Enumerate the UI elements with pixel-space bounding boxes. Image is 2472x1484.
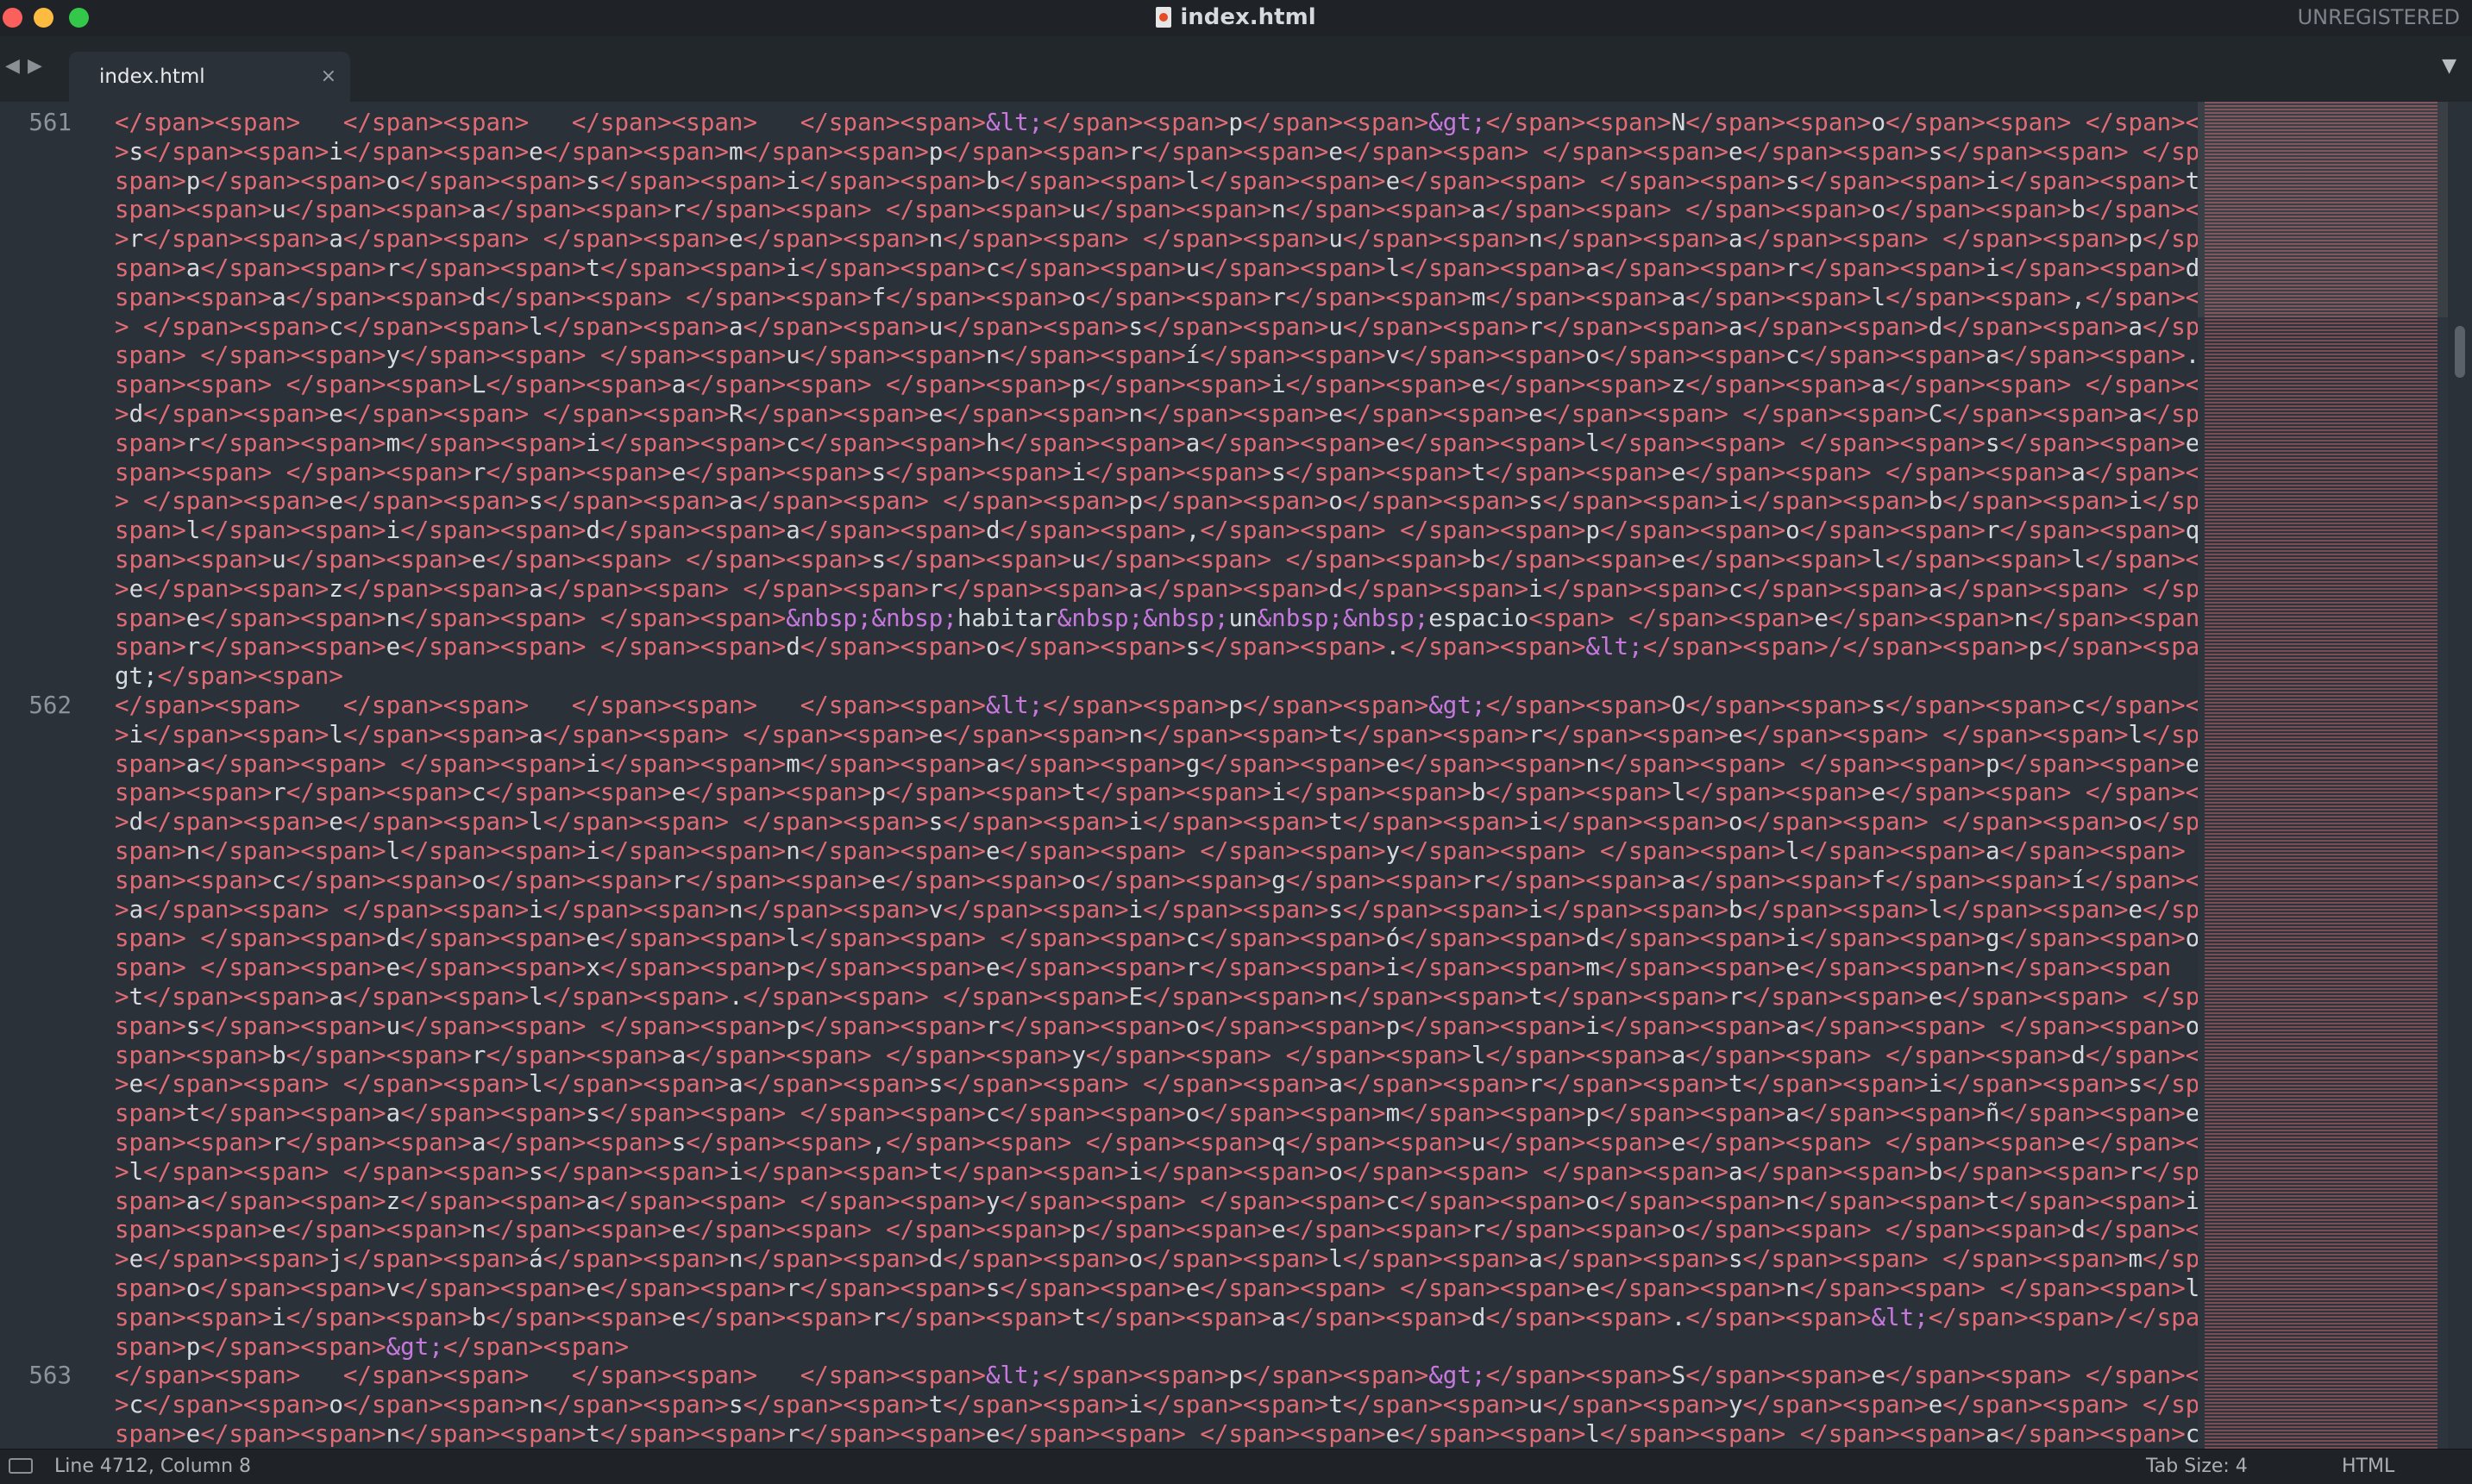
minimap[interactable]	[2198, 102, 2448, 1449]
html-file-icon	[1156, 7, 1172, 28]
code-line[interactable]: span> </span><span>y</span><span> </span…	[115, 341, 2198, 371]
code-line[interactable]: >a</span><span> </span><span>i</span><sp…	[115, 896, 2198, 925]
window-title: index.html	[0, 0, 2472, 36]
code-editor[interactable]: 561 562 563 </span><span> </span><span> </…	[0, 102, 2198, 1449]
code-line[interactable]: span>n</span><span>l</span><span>i</span…	[115, 837, 2198, 867]
vertical-scrollbar[interactable]	[2448, 102, 2472, 1449]
code-line[interactable]: span>a</span><span>z</span><span>a</span…	[115, 1187, 2198, 1217]
code-line[interactable]: </span><span> </span><span> </span><span…	[115, 109, 2198, 138]
code-line[interactable]: span><span>e</span><span>n</span><span>e…	[115, 1216, 2198, 1245]
code-line[interactable]: > </span><span>c</span><span>l</span><sp…	[115, 313, 2198, 342]
code-line[interactable]: span><span>c</span><span>o</span><span>r…	[115, 867, 2198, 896]
code-line[interactable]: span><span> </span><span>r</span><span>e…	[115, 459, 2198, 488]
code-line[interactable]: span>s</span><span>u</span><span> </span…	[115, 1012, 2198, 1042]
code-line[interactable]: >i</span><span>l</span><span>a</span><sp…	[115, 721, 2198, 750]
code-line[interactable]: span><span>u</span><span>a</span><span>r…	[115, 196, 2198, 225]
code-line[interactable]: span>r</span><span>m</span><span>i</span…	[115, 429, 2198, 459]
syntax-selector[interactable]: HTML	[2342, 1450, 2394, 1484]
code-line[interactable]: span>e</span><span>n</span><span> </span…	[115, 604, 2198, 634]
license-status: UNREGISTERED	[2297, 5, 2460, 29]
code-line[interactable]: span>a</span><span>r</span><span>t</span…	[115, 254, 2198, 284]
code-line[interactable]: >e</span><span>z</span><span>a</span><sp…	[115, 575, 2198, 604]
code-line[interactable]: </span><span> </span><span> </span><span…	[115, 1362, 2198, 1391]
close-tab-icon[interactable]: ×	[321, 52, 336, 102]
line-number: 563	[28, 1362, 72, 1390]
back-arrow-icon[interactable]: ◀	[5, 55, 20, 77]
tab-label: index.html	[99, 66, 205, 88]
status-bar: Line 4712, Column 8 Tab Size: 4 HTML	[0, 1449, 2472, 1484]
code-line[interactable]: span><span>r</span><span>a</span><span>s…	[115, 1129, 2198, 1158]
code-line[interactable]: span><span> </span><span>L</span><span>a…	[115, 371, 2198, 400]
scrollbar-thumb[interactable]	[2455, 326, 2465, 378]
code-line[interactable]: > </span><span>e</span><span>s</span><sp…	[115, 487, 2198, 517]
code-line[interactable]: span>l</span><span>i</span><span>d</span…	[115, 517, 2198, 546]
code-line[interactable]: >l</span><span> </span><span>s</span><sp…	[115, 1158, 2198, 1187]
line-number-gutter: 561 562 563	[0, 102, 108, 1449]
code-line[interactable]: span> </span><span>e</span><span>x</span…	[115, 954, 2171, 983]
code-line[interactable]: span>p</span><span>&gt;</span><span>	[115, 1333, 629, 1362]
code-line[interactable]: >c</span><span>o</span><span>n</span><sp…	[115, 1391, 2198, 1420]
code-line[interactable]: span><span>r</span><span>c</span><span>e…	[115, 779, 2198, 808]
code-line[interactable]: span>r</span><span>e</span><span> </span…	[115, 633, 2198, 662]
window-title-text: index.html	[1180, 4, 1316, 30]
forward-arrow-icon[interactable]: ▶	[28, 55, 42, 77]
code-line[interactable]: span><span>i</span><span>b</span><span>e…	[115, 1304, 2198, 1333]
code-line[interactable]: span><span>a</span><span>d</span><span> …	[115, 284, 2198, 313]
code-line[interactable]: span>p</span><span>o</span><span>s</span…	[115, 167, 2198, 197]
tab-bar: ◀ ▶ index.html × ▼	[0, 36, 2472, 102]
title-bar: index.html UNREGISTERED	[0, 0, 2472, 37]
code-line[interactable]: gt;</span><span>	[115, 662, 343, 692]
code-line[interactable]: >e</span><span> </span><span>l</span><sp…	[115, 1070, 2198, 1099]
code-line[interactable]: span>a</span><span> </span><span>i</span…	[115, 750, 2198, 780]
code-line[interactable]: span> </span><span>d</span><span>e</span…	[115, 924, 2198, 954]
minimap-viewport[interactable]	[2198, 102, 2448, 317]
panel-toggle-icon[interactable]	[9, 1458, 33, 1474]
code-line[interactable]: >d</span><span>e</span><span> </span><sp…	[115, 400, 2198, 429]
code-line[interactable]: >r</span><span>a</span><span> </span><sp…	[115, 225, 2198, 254]
cursor-position: Line 4712, Column 8	[54, 1456, 252, 1477]
tab-size-selector[interactable]: Tab Size: 4	[2146, 1450, 2248, 1484]
code-line[interactable]: span>e</span><span>n</span><span>t</span…	[115, 1420, 2198, 1449]
line-number: 561	[28, 109, 72, 136]
code-line[interactable]: >s</span><span>i</span><span>e</span><sp…	[115, 138, 2198, 167]
code-line[interactable]: span><span>u</span><span>e</span><span> …	[115, 546, 2198, 575]
tab-list-dropdown-icon[interactable]: ▼	[2442, 55, 2456, 77]
code-line[interactable]: span><span>b</span><span>r</span><span>a…	[115, 1042, 2198, 1071]
code-line[interactable]: span>o</span><span>v</span><span>e</span…	[115, 1274, 2198, 1304]
code-line[interactable]: >t</span><span>a</span><span>l</span><sp…	[115, 983, 2198, 1012]
code-line[interactable]: </span><span> </span><span> </span><span…	[115, 692, 2198, 721]
line-number: 562	[28, 692, 72, 719]
code-line[interactable]: >e</span><span>j</span><span>á</span><sp…	[115, 1245, 2198, 1274]
code-line[interactable]: >d</span><span>e</span><span>l</span><sp…	[115, 808, 2198, 837]
code-line[interactable]: span>t</span><span>a</span><span>s</span…	[115, 1099, 2198, 1129]
tab-index-html[interactable]: index.html ×	[69, 52, 350, 102]
